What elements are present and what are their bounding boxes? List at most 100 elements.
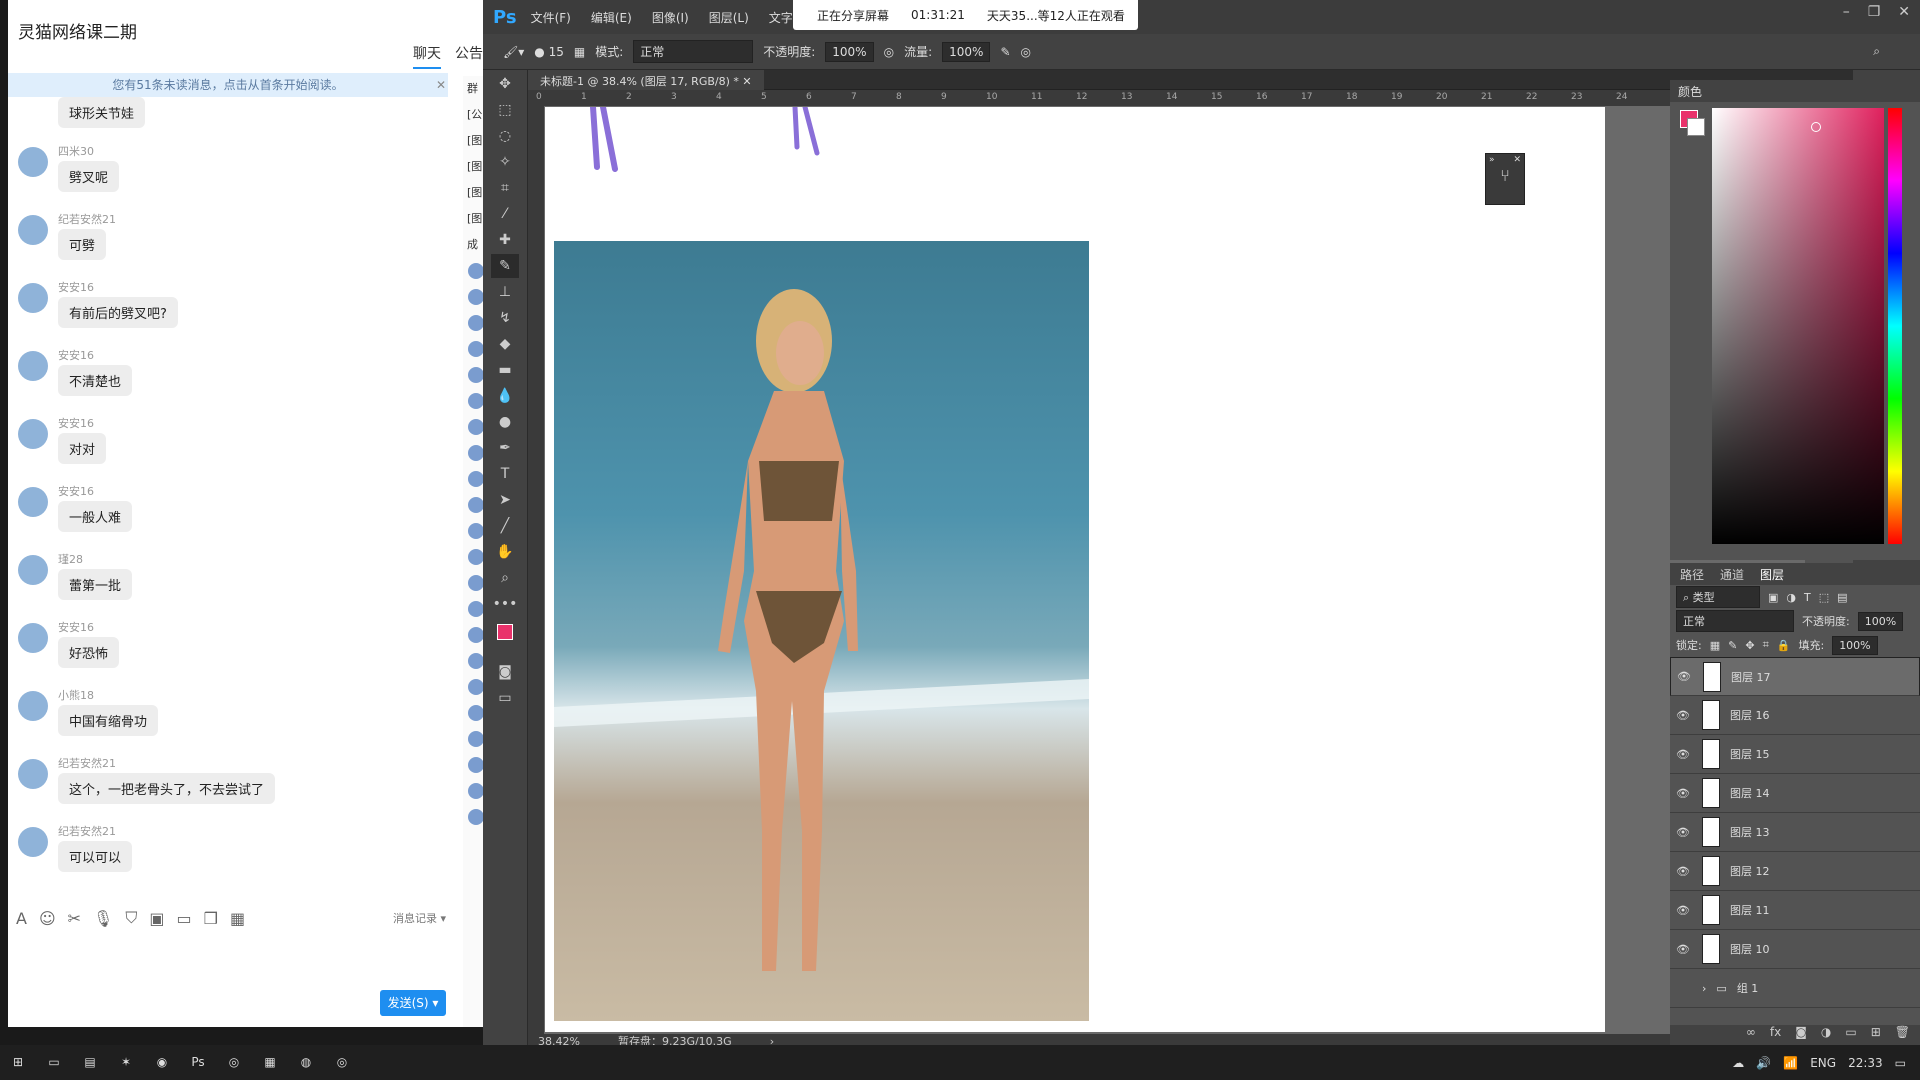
opacity-input[interactable]: 100% <box>825 41 874 62</box>
avatar[interactable] <box>468 809 483 825</box>
sender-name[interactable]: 瑾28 <box>58 551 83 567</box>
photo-layer[interactable] <box>554 241 1089 1021</box>
calendar-icon[interactable]: ▦ <box>230 909 245 928</box>
tray-icon[interactable]: ☁ <box>1732 1056 1744 1070</box>
menu-layer[interactable]: 图层(L) <box>709 9 749 26</box>
folder-icon[interactable]: ▭ <box>177 909 192 928</box>
foreground-color-swatch[interactable] <box>497 624 513 640</box>
eye-icon[interactable]: 👁 <box>1676 865 1692 878</box>
lock-artboard-icon[interactable]: ⌗ <box>1763 638 1769 652</box>
windows-start-icon[interactable]: ⊞ <box>0 1045 36 1080</box>
avatar[interactable] <box>468 523 483 539</box>
document-tab[interactable]: 未标题-1 @ 38.4% (图层 17, RGB/8) * ✕ <box>528 70 764 90</box>
layer-row[interactable]: 👁 图层 12 <box>1670 852 1920 891</box>
magic-wand-tool-icon[interactable]: ✧ <box>491 150 519 174</box>
hand-tool-icon[interactable]: ✋ <box>491 540 519 564</box>
tab-paths[interactable]: 路径 <box>1680 566 1704 582</box>
scissors-icon[interactable]: ✂ <box>68 909 81 928</box>
layer-row[interactable]: 👁 图层 11 <box>1670 891 1920 930</box>
close-icon[interactable]: ✕ <box>436 73 446 97</box>
pen-tool-icon[interactable]: ✒ <box>491 436 519 460</box>
share-viewers[interactable]: 天天35...等12人正在观看 <box>987 7 1125 24</box>
avatar[interactable] <box>468 419 483 435</box>
network-icon[interactable]: 📶 <box>1783 1056 1798 1070</box>
filter-shape-icon[interactable]: ⬚ <box>1819 591 1829 604</box>
path-select-tool-icon[interactable]: ➤ <box>491 488 519 512</box>
avatar[interactable] <box>468 653 483 669</box>
layer-group[interactable]: › ▭ 组 1 <box>1670 969 1920 1008</box>
flow-input[interactable]: 100% <box>942 41 991 62</box>
task-view-icon[interactable]: ▭ <box>36 1045 72 1080</box>
screen-mode-icon[interactable]: ▭ <box>491 686 519 710</box>
sender-name[interactable]: 安安16 <box>58 415 94 431</box>
volume-icon[interactable]: 🔊 <box>1756 1056 1771 1070</box>
lock-all-icon[interactable]: 🔒 <box>1777 639 1791 652</box>
sender-name[interactable]: 四米30 <box>58 143 94 159</box>
avatar[interactable] <box>468 679 483 695</box>
tab-channels[interactable]: 通道 <box>1720 566 1744 582</box>
minimize-icon[interactable]: – <box>1843 4 1850 20</box>
crop-tool-icon[interactable]: ⌗ <box>491 176 519 200</box>
layer-row[interactable]: 👁 图层 14 <box>1670 774 1920 813</box>
close-icon[interactable]: ✕ <box>1898 4 1910 20</box>
avatar[interactable] <box>18 283 48 313</box>
blur-tool-icon[interactable]: 💧 <box>491 384 519 408</box>
lock-position-icon[interactable]: ✥ <box>1745 639 1754 652</box>
link-icon[interactable]: ∞ <box>1746 1025 1756 1045</box>
avatar[interactable] <box>18 759 48 789</box>
avatar[interactable] <box>18 147 48 177</box>
menu-edit[interactable]: 编辑(E) <box>591 9 632 26</box>
brush-panel-icon[interactable]: ▦ <box>574 45 585 59</box>
marquee-tool-icon[interactable]: ⬚ <box>491 98 519 122</box>
wechat-icon[interactable]: ◍ <box>288 1045 324 1080</box>
eye-icon[interactable]: 👁 <box>1676 943 1692 956</box>
eye-icon[interactable]: 👁 <box>1677 670 1693 683</box>
trash-icon[interactable]: 🗑 <box>1895 1025 1910 1045</box>
dodge-tool-icon[interactable]: ● <box>491 410 519 434</box>
avatar[interactable] <box>468 315 483 331</box>
avatar[interactable] <box>468 341 483 357</box>
member-item[interactable]: [图 <box>463 128 483 154</box>
hue-slider[interactable] <box>1888 108 1902 544</box>
fx-icon[interactable]: fx <box>1770 1025 1781 1045</box>
filter-type-icon[interactable]: T <box>1804 591 1811 604</box>
layer-row[interactable]: 👁 图层 10 <box>1670 930 1920 969</box>
file-explorer-icon[interactable]: ▤ <box>72 1045 108 1080</box>
eyedropper-tool-icon[interactable]: ⁄ <box>491 202 519 226</box>
filter-smart-icon[interactable]: ▤ <box>1837 591 1847 604</box>
pressure-opacity-icon[interactable]: ◎ <box>884 45 894 59</box>
send-button[interactable]: 发送(S) ▾ <box>380 990 446 1016</box>
tab-layers[interactable]: 图层 <box>1760 566 1784 582</box>
avatar[interactable] <box>468 757 483 773</box>
filter-adjustment-icon[interactable]: ◑ <box>1786 591 1796 604</box>
gradient-tool-icon[interactable]: ▬ <box>491 358 519 382</box>
avatar[interactable] <box>18 691 48 721</box>
fill-input[interactable]: 100% <box>1832 635 1878 655</box>
usb-icon[interactable]: ⑂ <box>1486 166 1524 185</box>
avatar[interactable] <box>468 731 483 747</box>
menu-image[interactable]: 图像(I) <box>652 9 689 26</box>
emoji-icon[interactable]: ☺ <box>39 909 56 928</box>
eraser-tool-icon[interactable]: ◆ <box>491 332 519 356</box>
recorder-icon[interactable]: ◎ <box>324 1045 360 1080</box>
brush-tool-icon[interactable]: 🖌▾ <box>503 45 524 59</box>
eye-icon[interactable]: 👁 <box>1676 904 1692 917</box>
mask-icon[interactable]: ◙ <box>1795 1025 1807 1045</box>
brush-preset-picker[interactable]: ● 15 <box>534 45 564 59</box>
mode-select[interactable]: 正常 <box>633 40 754 63</box>
new-layer-icon[interactable]: ⊞ <box>1871 1025 1881 1045</box>
avatar[interactable] <box>468 445 483 461</box>
recorder-icon[interactable]: ◎ <box>216 1045 252 1080</box>
sender-name[interactable]: 安安16 <box>58 619 94 635</box>
avatar[interactable] <box>468 289 483 305</box>
layer-row[interactable]: 👁 图层 17 <box>1670 657 1920 696</box>
airbrush-icon[interactable]: ✎ <box>1000 45 1010 59</box>
avatar[interactable] <box>468 393 483 409</box>
history-brush-tool-icon[interactable]: ↯ <box>491 306 519 330</box>
sender-name[interactable]: 安安16 <box>58 347 94 363</box>
menu-file[interactable]: 文件(F) <box>531 9 571 26</box>
layer-row[interactable]: 👁 图层 16 <box>1670 696 1920 735</box>
avatar[interactable] <box>468 263 483 279</box>
collapse-icon[interactable]: » <box>1489 155 1495 165</box>
layer-opacity-input[interactable]: 100% <box>1857 611 1904 631</box>
